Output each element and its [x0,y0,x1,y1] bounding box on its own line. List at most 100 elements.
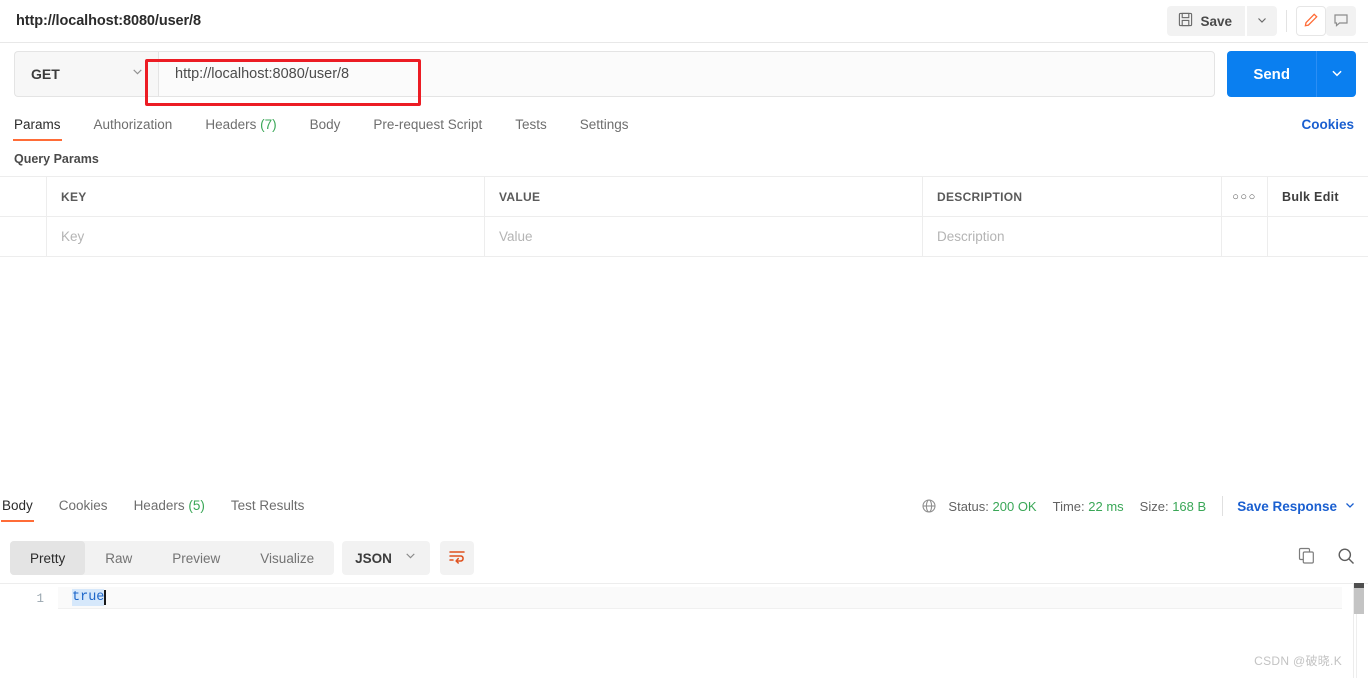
request-title: http://localhost:8080/user/8 [16,13,201,29]
tab-params[interactable]: Params [13,117,62,141]
save-dropdown-button[interactable] [1247,6,1277,36]
tab-pre-request-script[interactable]: Pre-request Script [373,117,482,141]
tab-body[interactable]: Body [310,117,341,141]
param-value-input[interactable]: Value [485,217,923,256]
watermark: CSDN @破晓.K [1254,654,1342,668]
word-wrap-toggle[interactable] [439,541,474,575]
chevron-down-icon [404,549,417,567]
response-meta: Status: 200 OK Time: 22 ms Size: 168 B S… [921,496,1356,522]
row-checkbox-cell[interactable] [0,217,47,256]
view-preview[interactable]: Preview [152,541,240,575]
time-badge: Time: 22 ms [1053,499,1124,514]
size-label: Size: [1139,498,1169,514]
size-badge: Size: 168 B [1140,499,1207,514]
tab-authorization-label: Authorization [93,117,173,132]
comment-icon [1333,12,1349,31]
tab-settings-label: Settings [579,117,629,132]
row-spacer-dots [1222,217,1268,256]
search-button[interactable] [1336,546,1356,571]
bulk-edit-button[interactable]: Bulk Edit [1268,177,1368,216]
save-button-group: Save [1167,6,1277,36]
url-input-value: http://localhost:8080/user/8 [175,66,350,82]
param-key-placeholder: Key [61,229,85,244]
response-tab-test-results[interactable]: Test Results [231,498,305,522]
postman-window: http://localhost:8080/user/8 Save GET ht… [0,0,1368,678]
param-description-input[interactable]: Description [923,217,1222,256]
body-toolbar-actions [1297,546,1356,571]
chevron-down-icon [1330,66,1344,83]
floppy-disk-icon [1178,12,1193,30]
code-line-1[interactable]: true [58,583,1342,611]
url-input[interactable]: http://localhost:8080/user/8 [158,51,1216,97]
code-scrollbar-thumb[interactable] [1354,588,1364,614]
response-tabs: Body Cookies Headers (5) Test Results St… [0,489,1368,522]
tab-authorization[interactable]: Authorization [94,117,173,141]
request-tabs: Params Authorization Headers (7) Body Pr… [0,105,1368,141]
chevron-down-icon [1256,14,1268,29]
copy-button[interactable] [1297,546,1316,570]
save-button-label: Save [1200,13,1232,29]
response-format-value: JSON [355,550,392,566]
http-method-select[interactable]: GET [14,51,158,97]
response-tab-headers-count: (5) [188,498,205,513]
tab-headers-count: (7) [260,117,277,132]
response-body-content: true [72,588,105,606]
send-button[interactable]: Send [1227,51,1316,97]
line-number: 1 [36,592,44,606]
response-tab-body-label: Body [2,498,33,513]
tab-headers-label: Headers [205,117,257,132]
response-tab-cookies-label: Cookies [58,498,108,513]
request-header-bar: http://localhost:8080/user/8 Save [0,0,1368,43]
tab-pre-request-script-label: Pre-request Script [373,117,483,132]
response-tab-body[interactable]: Body [1,498,34,522]
param-key-input[interactable]: Key [47,217,485,256]
text-caret [104,589,106,605]
url-bar: GET http://localhost:8080/user/8 Send [0,43,1368,105]
params-more-options-button[interactable]: ○○○ [1222,177,1268,216]
ellipsis-icon: ○○○ [1232,190,1257,203]
view-pretty[interactable]: Pretty [10,541,86,575]
response-tab-headers[interactable]: Headers (5) [134,498,205,522]
word-wrap-icon [448,548,466,569]
response-body-viewer: 1 true CSDN @破晓.K [0,583,1368,678]
view-raw[interactable]: Raw [85,541,152,575]
tab-tests-label: Tests [515,117,547,132]
meta-divider [1222,496,1224,516]
pencil-icon [1303,12,1319,31]
param-value-placeholder: Value [499,229,533,244]
query-params-title: Query Params [14,152,99,166]
edit-request-button[interactable] [1296,6,1326,36]
table-row: Key Value Description [0,217,1368,257]
globe-icon [921,498,937,514]
status-badge: Status: 200 OK [948,499,1036,514]
send-dropdown-button[interactable] [1316,51,1356,97]
cookies-link[interactable]: Cookies [1301,117,1354,141]
time-label: Time: [1052,498,1085,514]
column-header-description: DESCRIPTION [923,177,1222,216]
row-spacer-bulk [1268,217,1368,256]
tab-settings[interactable]: Settings [580,117,629,141]
size-value: 168 B [1172,498,1207,514]
response-tab-test-results-label: Test Results [230,498,305,513]
chevron-down-icon [1344,499,1356,514]
tab-tests[interactable]: Tests [515,117,547,141]
http-method-value: GET [31,66,60,82]
save-button[interactable]: Save [1167,6,1245,36]
response-format-select[interactable]: JSON [342,541,430,575]
response-tab-headers-label: Headers [133,498,185,513]
send-button-group: Send [1227,51,1356,97]
status-value: 200 OK [992,498,1037,514]
tab-headers[interactable]: Headers (7) [205,117,276,141]
bulk-edit-label: Bulk Edit [1282,189,1339,204]
save-response-label: Save Response [1237,498,1337,514]
header-actions: Save [1167,6,1356,36]
line-number-gutter: 1 [0,583,58,678]
save-response-button[interactable]: Save Response [1237,499,1356,514]
code-line-background [58,587,1342,609]
response-tab-cookies[interactable]: Cookies [59,498,108,522]
comments-button[interactable] [1326,6,1356,36]
code-scrollbar-track[interactable] [1354,583,1366,678]
column-header-value: VALUE [485,177,923,216]
view-visualize[interactable]: Visualize [240,541,334,575]
time-value: 22 ms [1088,498,1124,514]
